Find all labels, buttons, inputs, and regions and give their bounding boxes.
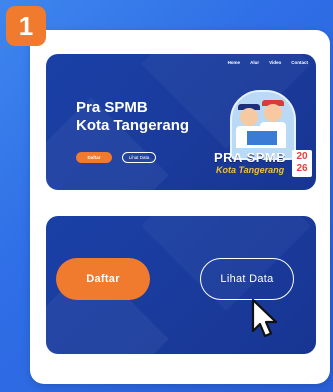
nav-item-contact[interactable]: Contact xyxy=(291,60,308,65)
nav-item-video[interactable]: Video xyxy=(269,60,281,65)
nav-item-alur[interactable]: Alur xyxy=(250,60,259,65)
preview-daftar-button[interactable]: Daftar xyxy=(76,152,112,163)
nav-item-home[interactable]: Home xyxy=(228,60,241,65)
logo-year: 20 26 xyxy=(292,150,312,177)
daftar-button[interactable]: Daftar xyxy=(56,258,150,300)
hero-title: Pra SPMB Kota Tangerang xyxy=(76,99,206,135)
logo-student-right xyxy=(264,104,282,122)
logo-year-bottom: 26 xyxy=(296,163,308,174)
website-preview: Home Alur Video Contact Pra SPMB Kota Ta… xyxy=(46,54,316,190)
logo-text-pra-spmb: PRA SPMB xyxy=(214,150,287,165)
step-badge: 1 xyxy=(6,6,46,46)
logo-year-top: 20 xyxy=(296,151,308,162)
book-icon xyxy=(246,130,278,146)
preview-nav: Home Alur Video Contact xyxy=(228,60,308,65)
lihat-data-button[interactable]: Lihat Data xyxy=(200,258,294,300)
instruction-card: Home Alur Video Contact Pra SPMB Kota Ta… xyxy=(30,30,330,384)
mouse-pointer-icon xyxy=(251,298,278,338)
preview-lihat-data-button[interactable]: Lihat Data xyxy=(122,152,156,163)
pra-spmb-logo: PRA SPMB 20 26 Kota Tangerang xyxy=(214,90,312,186)
button-zoom-panel: Daftar Lihat Data xyxy=(46,216,316,354)
logo-text-kota-tangerang: Kota Tangerang xyxy=(216,165,285,175)
hero-title-line2: Kota Tangerang xyxy=(76,117,190,134)
hero-title-line1: Pra SPMB xyxy=(76,99,148,116)
logo-student-left xyxy=(240,108,258,126)
